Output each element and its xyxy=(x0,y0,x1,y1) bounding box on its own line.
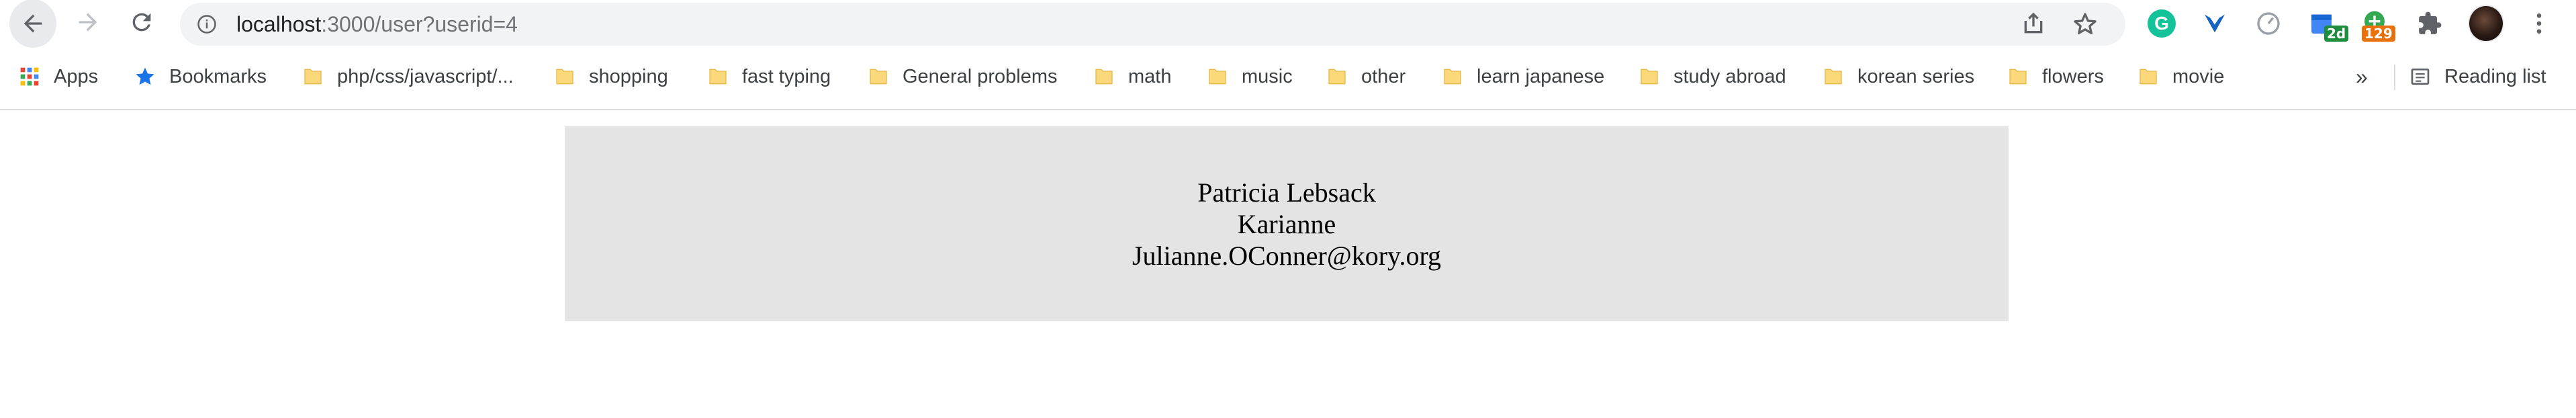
bookmark-folder-php[interactable]: php/css/javascript/... xyxy=(302,55,514,98)
bookmark-folder-movie[interactable]: movie xyxy=(2137,55,2224,98)
bookmark-label: study abroad xyxy=(1673,65,1786,87)
address-bar[interactable]: localhost:3000/user?userid=4 xyxy=(180,3,2125,46)
browser-toolbar: localhost:3000/user?userid=4 G 2d 129 xyxy=(0,0,2576,48)
reading-list-icon xyxy=(2411,69,2430,85)
folder-icon xyxy=(709,69,727,85)
avatar xyxy=(2468,5,2504,42)
star-icon xyxy=(136,67,154,85)
profile-avatar[interactable] xyxy=(2468,5,2504,42)
more-vert-icon xyxy=(2536,13,2542,34)
bookmark-label: korean series xyxy=(1857,65,1975,87)
back-button[interactable] xyxy=(9,0,56,48)
grammarly-extension-icon[interactable]: G xyxy=(2146,8,2177,39)
user-email: Julianne.OConner@kory.org xyxy=(1132,241,1442,271)
bookmark-label: movie xyxy=(2172,65,2225,87)
calendar-badge: 2d xyxy=(2324,26,2349,42)
bookmark-label: shopping xyxy=(589,65,668,87)
chevron-double-right-icon: » xyxy=(2356,64,2368,89)
info-icon[interactable] xyxy=(197,14,217,34)
extensions-puzzle-icon[interactable] xyxy=(2414,8,2445,39)
share-icon[interactable] xyxy=(2020,11,2047,38)
bookmark-folder-general-problems[interactable]: General problems xyxy=(868,55,1058,98)
counter-badge: 129 xyxy=(2362,26,2395,42)
bookmark-label: php/css/javascript/... xyxy=(337,65,514,87)
back-arrow-icon xyxy=(9,0,56,48)
bookmark-folder-math[interactable]: math xyxy=(1093,55,1171,98)
url-text[interactable]: localhost:3000/user?userid=4 xyxy=(236,3,518,46)
url-path: :3000/user?userid=4 xyxy=(321,12,518,36)
timer-extension-icon[interactable] xyxy=(2253,8,2284,39)
folder-icon xyxy=(1825,69,1842,85)
star-icon[interactable] xyxy=(2072,11,2099,38)
folder-icon xyxy=(1095,69,1113,85)
bookmarks-overflow-button[interactable]: » xyxy=(2356,55,2368,98)
bookmark-label: learn japanese xyxy=(1477,65,1605,87)
url-host: localhost xyxy=(236,12,322,36)
bookmark-label: fast typing xyxy=(742,65,831,87)
folder-icon xyxy=(870,69,887,85)
bookmark-label: flowers xyxy=(2042,65,2104,87)
apps-grid-icon xyxy=(20,67,39,86)
reload-button[interactable] xyxy=(118,0,165,47)
folder-icon xyxy=(2140,69,2157,85)
folder-icon xyxy=(2009,69,2027,85)
user-name: Patricia Lebsack xyxy=(1197,177,1376,208)
bookmark-label: math xyxy=(1128,65,1172,87)
reading-list-label: Reading list xyxy=(2444,65,2546,87)
folder-icon xyxy=(304,69,322,85)
user-info: Patricia Lebsack Karianne Julianne.OConn… xyxy=(565,177,2009,271)
bookmark-label: Bookmarks xyxy=(169,65,267,87)
user-card: Patricia Lebsack Karianne Julianne.OConn… xyxy=(565,126,2009,321)
bookmark-folder-study-abroad[interactable]: study abroad xyxy=(1639,55,1786,98)
bookmark-label: Apps xyxy=(54,65,99,87)
bookmark-folder-other[interactable]: other xyxy=(1326,55,1406,98)
bookmark-folder-flowers[interactable]: flowers xyxy=(2007,55,2104,98)
browser-menu-button[interactable] xyxy=(2524,8,2555,39)
folder-icon xyxy=(1328,69,1346,85)
bookmark-folder-fast-typing[interactable]: fast typing xyxy=(707,55,831,98)
bookmark-label: music xyxy=(1242,65,1293,87)
bookmarks-separator xyxy=(2394,65,2395,90)
folder-icon xyxy=(556,69,573,85)
reload-icon xyxy=(128,9,155,39)
folder-icon xyxy=(1444,69,1461,85)
forward-button[interactable] xyxy=(64,0,111,47)
toolbar-divider xyxy=(0,109,2576,110)
bookmark-folder-music[interactable]: music xyxy=(1207,55,1293,98)
reading-list-button[interactable]: Reading list xyxy=(2409,55,2546,98)
folder-icon xyxy=(1641,69,1658,85)
bookmark-apps[interactable]: Apps xyxy=(19,55,98,98)
bookmark-folder-korean-series[interactable]: korean series xyxy=(1823,55,1974,98)
bookmark-folder-shopping[interactable]: shopping xyxy=(554,55,668,98)
bookmark-label: General problems xyxy=(903,65,1058,87)
bookmark-bookmarks[interactable]: Bookmarks xyxy=(134,55,267,98)
bookmark-label: other xyxy=(1361,65,1406,87)
forward-arrow-icon xyxy=(75,9,101,39)
bookmarks-bar: Apps Bookmarks php/css/javascript/... sh… xyxy=(0,55,2576,98)
vpn-extension-icon[interactable] xyxy=(2199,8,2230,39)
bookmark-folder-learn-japanese[interactable]: learn japanese xyxy=(1442,55,1604,98)
user-username: Karianne xyxy=(1237,209,1336,239)
folder-icon xyxy=(1209,69,1226,85)
